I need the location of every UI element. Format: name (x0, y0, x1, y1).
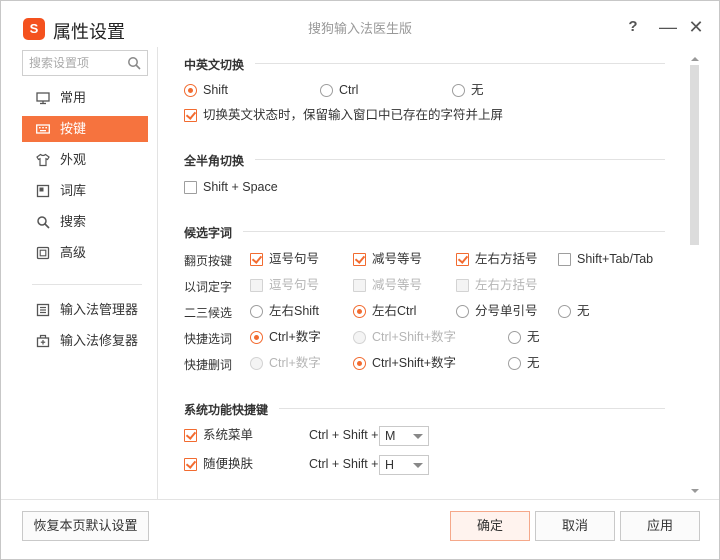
radio-indicator (353, 331, 366, 344)
radio-indicator[interactable] (250, 305, 263, 318)
content-scrollbar[interactable] (689, 57, 701, 493)
checkbox-indicator (353, 279, 366, 292)
sidebar-item-ime-repair[interactable]: 输入法修复器 (22, 328, 148, 354)
checkbox-indicator[interactable] (184, 109, 197, 122)
radio-indicator[interactable] (456, 305, 469, 318)
dictionary-icon (36, 184, 50, 198)
chevron-down-icon (413, 434, 423, 439)
window-subtitle: 搜狗输入法医生版 (1, 18, 719, 37)
sidebar-item-search[interactable]: 搜索 (22, 209, 148, 235)
section-divider (255, 63, 665, 64)
radio-indicator[interactable] (320, 84, 333, 97)
radio-indicator[interactable] (250, 331, 263, 344)
help-icon[interactable]: ? (622, 16, 644, 38)
apply-button[interactable]: 应用 (620, 511, 700, 541)
row-label-quick-select: 快捷选词 (184, 330, 232, 347)
scroll-fade (159, 483, 689, 499)
title-bar: S 属性设置 搜狗输入法医生版 ? — ✕ (1, 1, 719, 45)
sidebar-item-label: 外观 (60, 152, 86, 167)
sidebar-search-box[interactable] (22, 50, 148, 76)
scroll-down-arrow-icon[interactable] (691, 489, 699, 493)
section-divider (243, 231, 665, 232)
settings-content: 中英文切换 Shift Ctrl 无 切换英文状态时，保留输入窗口中已存在的字符… (159, 47, 689, 499)
row-label-quick-delete: 快捷删词 (184, 356, 232, 373)
sidebar-item-label: 输入法管理器 (60, 302, 138, 317)
row-label-second-third: 二三候选 (184, 304, 232, 321)
radio-indicator[interactable] (353, 357, 366, 370)
manager-icon (36, 303, 50, 317)
search-icon (36, 215, 50, 229)
keyboard-icon (36, 122, 50, 136)
sidebar-item-ime-manager[interactable]: 输入法管理器 (22, 297, 148, 323)
scrollbar-thumb[interactable] (690, 65, 699, 245)
checkbox-indicator[interactable] (456, 253, 469, 266)
hotkey-prefix: Ctrl + Shift + (309, 428, 378, 442)
sidebar-item-label: 常用 (60, 90, 86, 105)
radio-indicator[interactable] (184, 84, 197, 97)
scroll-up-arrow-icon[interactable] (691, 57, 699, 61)
ok-button[interactable]: 确定 (450, 511, 530, 541)
row-label-word-select: 以词定字 (184, 278, 232, 295)
checkbox-indicator[interactable] (184, 181, 197, 194)
restore-defaults-button[interactable]: 恢复本页默认设置 (22, 511, 149, 541)
checkbox-indicator (250, 279, 263, 292)
checkbox-indicator[interactable] (250, 253, 263, 266)
section-title-candidates: 候选字词 (184, 224, 232, 241)
close-icon[interactable]: ✕ (685, 16, 707, 38)
chevron-down-icon (413, 463, 423, 468)
sidebar-item-appearance[interactable]: 外观 (22, 147, 148, 173)
radio-indicator[interactable] (508, 331, 521, 344)
sidebar-item-label: 词库 (60, 183, 86, 198)
checkbox-indicator[interactable] (184, 429, 197, 442)
system-menu-key-select[interactable]: M (379, 426, 429, 446)
search-icon[interactable] (127, 56, 141, 70)
shirt-icon (36, 153, 50, 167)
radio-indicator[interactable] (452, 84, 465, 97)
dropdown-value: M (385, 429, 395, 443)
row-label-page-keys: 翻页按键 (184, 252, 232, 269)
checkbox-indicator (456, 279, 469, 292)
dropdown-value: H (385, 458, 394, 472)
sidebar-item-common[interactable]: 常用 (22, 85, 148, 111)
sidebar-item-label: 按键 (60, 121, 86, 136)
advanced-icon (36, 246, 50, 260)
radio-indicator[interactable] (508, 357, 521, 370)
checkbox-indicator[interactable] (184, 458, 197, 471)
hotkey-prefix: Ctrl + Shift + (309, 457, 378, 471)
section-title-shortcuts: 系统功能快捷键 (184, 401, 268, 418)
minimize-icon[interactable]: — (657, 16, 679, 38)
radio-indicator[interactable] (558, 305, 571, 318)
cancel-button[interactable]: 取消 (535, 511, 615, 541)
sidebar-item-advanced[interactable]: 高级 (22, 240, 148, 266)
repair-icon (36, 334, 50, 348)
section-divider (279, 408, 665, 409)
sidebar-item-label: 搜索 (60, 214, 86, 229)
sidebar: 常用 按键 外观 词库 搜索 高级 输入法管理器 输入法修复器 (12, 47, 158, 499)
random-skin-key-select[interactable]: H (379, 455, 429, 475)
section-title-cn-en: 中英文切换 (184, 56, 244, 73)
checkbox-indicator[interactable] (353, 253, 366, 266)
sidebar-item-label: 高级 (60, 245, 86, 260)
monitor-icon (36, 91, 50, 105)
section-divider (255, 159, 665, 160)
radio-indicator[interactable] (353, 305, 366, 318)
settings-window: S 属性设置 搜狗输入法医生版 ? — ✕ 常用 按键 外观 词库 (0, 0, 720, 560)
checkbox-indicator[interactable] (558, 253, 571, 266)
radio-indicator (250, 357, 263, 370)
section-title-full-half: 全半角切换 (184, 152, 244, 169)
sidebar-item-keys[interactable]: 按键 (22, 116, 148, 142)
sidebar-item-dictionary[interactable]: 词库 (22, 178, 148, 204)
footer-bar: 恢复本页默认设置 确定 取消 应用 (1, 499, 719, 559)
sidebar-item-label: 输入法修复器 (60, 333, 138, 348)
search-input[interactable] (23, 51, 123, 75)
sidebar-divider (32, 284, 142, 285)
